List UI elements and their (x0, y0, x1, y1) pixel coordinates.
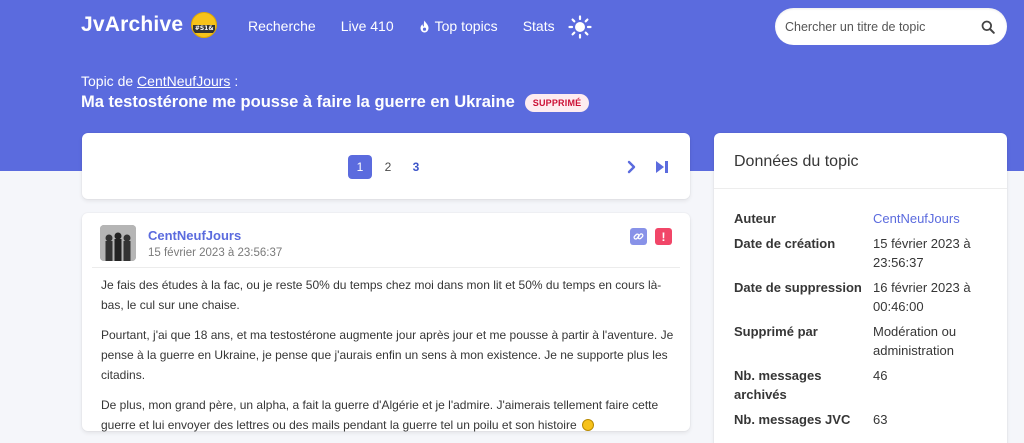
status-badge: SUPPRIMÉ (524, 93, 590, 112)
brand-logo-text: #S1& (193, 25, 216, 33)
post-author-link[interactable]: CentNeufJours (148, 228, 241, 243)
info-key: Nb. messages JVC (734, 411, 851, 427)
nav-top-topics-label: Top topics (434, 18, 498, 34)
avatar[interactable] (100, 225, 136, 261)
page-title: Ma testostérone me pousse à faire la gue… (81, 93, 515, 111)
brand-title[interactable]: JvArchive (81, 13, 183, 37)
info-key: Date de création (734, 235, 836, 251)
post-paragraph-text: De plus, mon grand père, un alpha, a fai… (101, 398, 659, 432)
smiley-icon (581, 419, 594, 431)
post-divider (92, 267, 680, 268)
info-row-author: Auteur CentNeufJours (734, 209, 994, 229)
post-paragraph-last: De plus, mon grand père, un alpha, a fai… (101, 395, 676, 435)
post-body: Je fais des études à la fac, ou je reste… (101, 275, 676, 443)
nav-recherche[interactable]: Recherche (248, 18, 316, 34)
brand-logo-icon: #S1& (191, 12, 218, 38)
flame-icon (419, 20, 430, 33)
post-header: CentNeufJours 15 février 2023 à 23:56:37… (100, 225, 672, 265)
post-paragraph: Pourtant, j'ai que 18 ans, et ma testost… (101, 328, 674, 382)
topic-title-row: Ma testostérone me pousse à faire la gue… (81, 93, 590, 112)
nav-links: Recherche Live 410 Top topics Stats (248, 18, 580, 34)
info-row-deleted: Date de suppression 16 février 2023 à 00… (734, 278, 994, 317)
info-author-link[interactable]: CentNeufJours (873, 209, 994, 229)
chevron-right-icon[interactable] (622, 157, 642, 177)
info-value: 16 février 2023 à 00:46:00 (873, 279, 971, 315)
info-value: 63 (873, 411, 888, 427)
info-key: Nb. messages archivés (734, 367, 822, 403)
info-row-created: Date de création 15 février 2023 à 23:56… (734, 234, 994, 273)
pagination: 1 2 3 (348, 155, 428, 179)
brand[interactable]: JvArchive #S1& (81, 12, 218, 38)
topic-author-link[interactable]: CentNeufJours (137, 73, 230, 89)
topic-info-card: Données du topic Auteur CentNeufJours Da… (714, 133, 1007, 443)
info-value: 15 février 2023 à 23:56:37 (873, 235, 971, 271)
nav-live-410[interactable]: Live 410 (341, 18, 394, 34)
topic-prefix: Topic de (81, 73, 138, 89)
sidebar-divider (714, 188, 1007, 189)
info-key: Supprimé par (734, 323, 818, 339)
report-icon[interactable]: ! (655, 228, 672, 245)
topic-suffix: : (230, 73, 239, 89)
sidebar-title: Données du topic (734, 153, 859, 170)
link-icon[interactable] (630, 228, 647, 245)
info-value: 46 (873, 367, 888, 383)
info-row-jvc-count: Nb. messages JVC 63 (734, 410, 994, 430)
info-key: Date de suppression (734, 279, 862, 295)
page-3-button[interactable]: 3 (404, 155, 428, 179)
sun-icon[interactable] (568, 15, 592, 39)
nav-stats-label: Stats (522, 18, 555, 34)
search-box (775, 8, 1007, 45)
post-card: CentNeufJours 15 février 2023 à 23:56:37… (82, 213, 690, 432)
info-key: Auteur (734, 211, 776, 226)
page-2-button[interactable]: 2 (376, 155, 400, 179)
pagination-card: 1 2 3 (82, 133, 690, 199)
info-row-deleted-by: Supprimé par Modération ou administratio… (734, 322, 994, 361)
topic-author-line: Topic de CentNeufJours : (81, 73, 238, 89)
post-paragraph: Je fais des études à la fac, ou je reste… (101, 278, 662, 312)
topic-info-table: Auteur CentNeufJours Date de création 15… (734, 209, 994, 434)
nav-stats[interactable]: Stats (523, 18, 555, 34)
info-row-archived-count: Nb. messages archivés 46 (734, 366, 994, 405)
nav-top-topics[interactable]: Top topics (419, 18, 498, 34)
search-icon[interactable] (981, 20, 995, 34)
nav-live-label: Live 410 (340, 18, 394, 34)
page-1-button[interactable]: 1 (348, 155, 372, 179)
last-page-icon[interactable] (652, 157, 672, 177)
info-value: Modération ou administration (873, 323, 957, 359)
nav-recherche-label: Recherche (248, 18, 316, 34)
navbar: JvArchive #S1& Recherche Live 410 Top to… (0, 0, 1024, 56)
search-input[interactable] (785, 19, 981, 34)
post-timestamp: 15 février 2023 à 23:56:37 (148, 247, 283, 259)
